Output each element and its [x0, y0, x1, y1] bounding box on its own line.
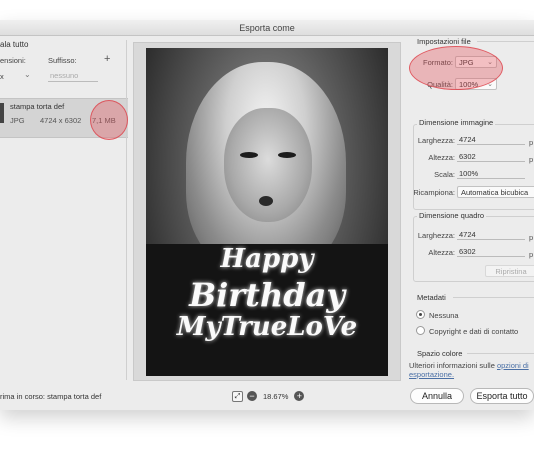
unit-label: p — [529, 155, 534, 164]
fit-screen-icon[interactable]: ⤢ — [232, 390, 243, 402]
zoom-in-button[interactable]: + — [294, 391, 305, 401]
asset-thumbnail — [0, 103, 4, 123]
section-divider — [453, 297, 534, 298]
asset-list-panel: ala tutto ensioni: Suffisso: + x ⌄ nessu… — [0, 40, 128, 380]
unit-label: p — [529, 233, 534, 242]
preview-image: Happy Birthday MyTrueLoVe — [146, 48, 388, 376]
canvas-width-label: Larghezza: — [417, 231, 455, 240]
chevron-down-icon[interactable]: ⌄ — [24, 70, 31, 79]
metadata-none-label: Nessuna — [429, 311, 459, 320]
file-settings-title: Impostazioni file — [417, 37, 471, 46]
unit-label: p — [529, 138, 534, 147]
dimensions-label: ensioni: — [0, 56, 26, 65]
image-text-line: Happy — [220, 244, 314, 274]
canvas-height-input[interactable]: 6302 — [457, 246, 525, 257]
info-text: Ulteriori informazioni sulle — [409, 361, 495, 370]
canvas-size-title: Dimensione quadro — [417, 211, 487, 220]
asset-name: stampa torta def — [10, 102, 65, 111]
suffix-input[interactable]: nessuno — [48, 70, 98, 82]
section-divider — [467, 353, 534, 354]
asset-format: JPG — [10, 116, 25, 125]
metadata-none-radio[interactable] — [416, 310, 425, 319]
canvas-height-label: Altezza: — [428, 248, 455, 257]
image-text-line: MyTrueLoVe — [176, 312, 358, 342]
image-eye — [240, 152, 258, 158]
image-height-input[interactable]: 6302 — [457, 151, 525, 162]
section-divider — [477, 41, 534, 42]
image-scale-input[interactable]: 100% — [457, 168, 525, 179]
format-quality-highlight — [409, 46, 503, 90]
scale-all-label: ala tutto — [0, 40, 29, 49]
image-height-label: Altezza: — [428, 153, 455, 162]
image-width-input[interactable]: 4724 — [457, 134, 525, 145]
file-size-highlight — [90, 100, 128, 140]
dialog-title: Esporta come — [239, 23, 295, 33]
image-text-line: Birthday — [189, 276, 345, 314]
canvas-width-input[interactable]: 4724 — [457, 229, 525, 240]
metadata-copyright-radio[interactable] — [416, 326, 425, 335]
dialog-titlebar: Esporta come — [0, 20, 534, 36]
export-options-info: Ulteriori informazioni sulle opzioni di … — [409, 361, 534, 379]
export-all-button[interactable]: Esporta tutto — [470, 388, 534, 404]
zoom-controls: ⤢ − 18.67% + — [232, 389, 305, 403]
unit-label: p — [529, 250, 534, 259]
metadata-copyright-label: Copyright e dati di contatto — [429, 327, 519, 336]
metadata-title: Metadati — [417, 293, 446, 302]
panel-divider — [126, 40, 127, 380]
cancel-button[interactable]: Annulla — [410, 388, 464, 404]
suffix-label: Suffisso: — [48, 56, 77, 65]
color-space-title: Spazio colore — [417, 349, 463, 358]
image-eye — [278, 152, 296, 158]
scale-select[interactable]: x — [0, 72, 4, 81]
resample-label: Ricampiona: — [413, 188, 455, 197]
image-width-label: Larghezza: — [417, 136, 455, 145]
reset-button[interactable]: Ripristina — [485, 265, 534, 277]
asset-dimensions: 4724 x 6302 — [40, 116, 82, 125]
resample-select[interactable]: Automatica bicubica — [457, 186, 534, 198]
image-scale-label: Scala: — [434, 170, 455, 179]
zoom-out-button[interactable]: − — [247, 391, 257, 401]
image-size-title: Dimensione immagine — [417, 118, 496, 127]
image-mouth — [259, 196, 273, 206]
zoom-level: 18.67% — [263, 391, 289, 401]
add-scale-button[interactable]: + — [104, 53, 110, 65]
status-text: rima in corso: stampa torta def — [0, 392, 102, 401]
